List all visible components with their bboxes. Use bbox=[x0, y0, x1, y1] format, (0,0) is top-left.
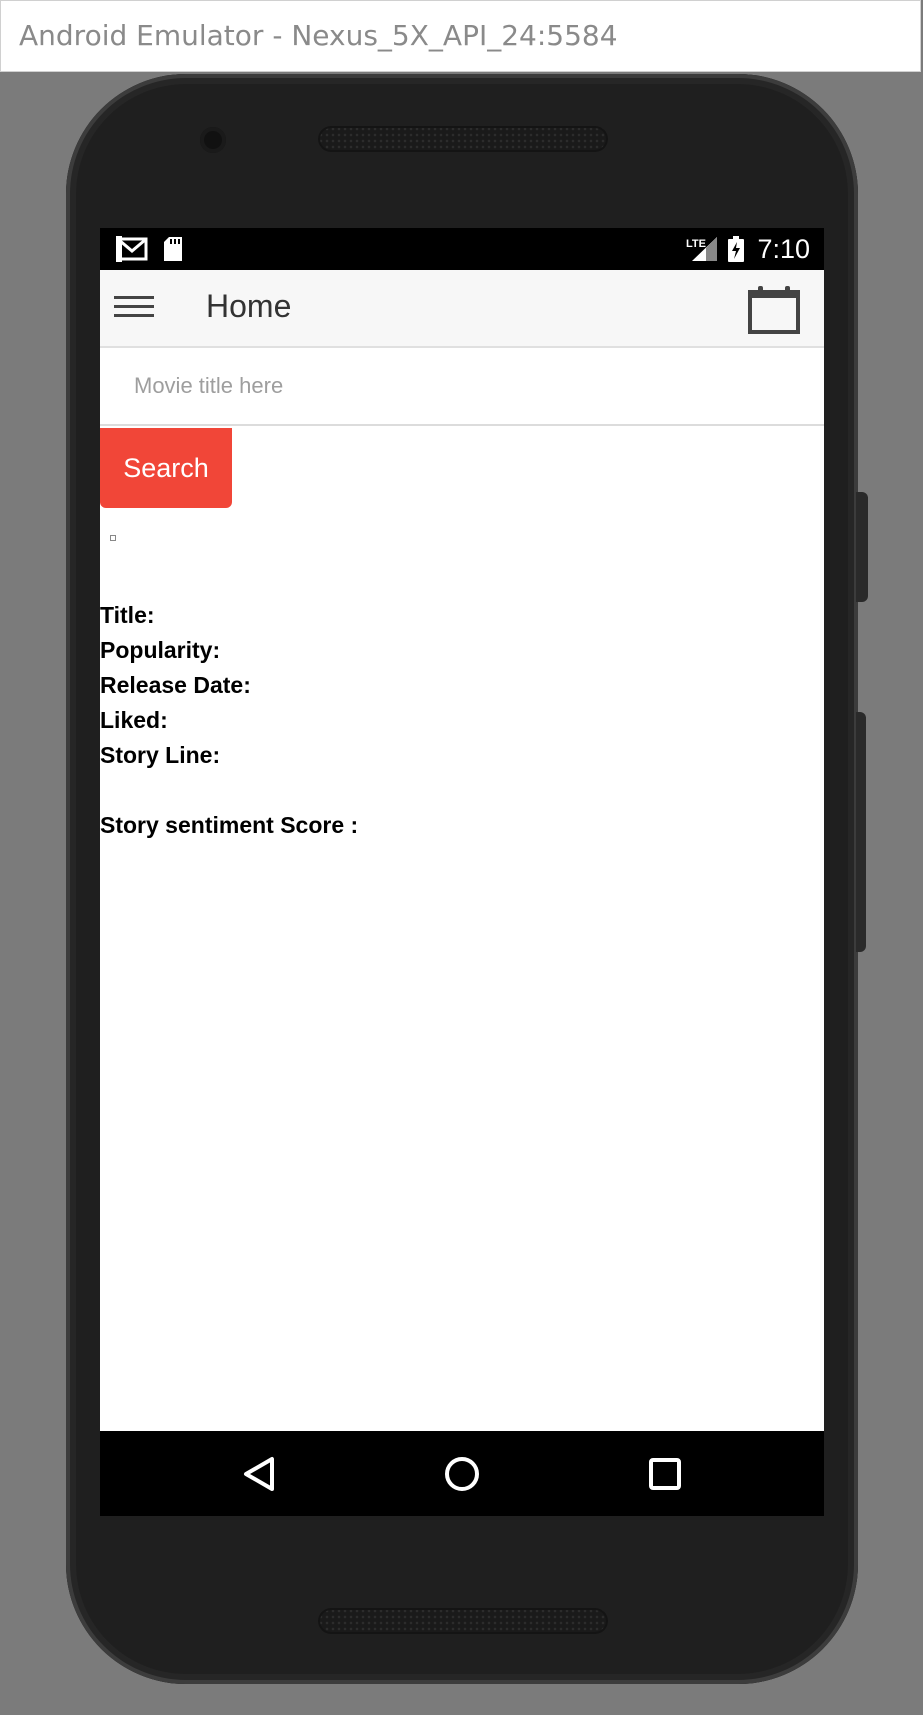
bottom-speaker bbox=[318, 1608, 608, 1634]
app-toolbar: Home bbox=[100, 270, 824, 348]
broken-image-icon bbox=[110, 535, 116, 541]
title-label: Title: bbox=[100, 602, 155, 628]
popularity-label: Popularity: bbox=[100, 637, 221, 663]
volume-button[interactable] bbox=[856, 712, 866, 952]
status-time: 7:10 bbox=[757, 234, 810, 264]
front-camera bbox=[200, 127, 226, 153]
svg-text:LTE: LTE bbox=[686, 238, 706, 250]
emulator-window-titlebar[interactable]: Android Emulator - Nexus_5X_API_24:5584 bbox=[0, 0, 921, 72]
lte-signal-icon: LTE bbox=[686, 236, 718, 267]
release-date-label: Release Date: bbox=[100, 672, 251, 698]
movie-info-section: Title: Popularity: Release Date: Liked: … bbox=[100, 598, 824, 843]
battery-charging-icon bbox=[728, 236, 744, 267]
story-line-label: Story Line: bbox=[100, 742, 221, 768]
power-button[interactable] bbox=[856, 492, 868, 602]
home-icon[interactable] bbox=[437, 1449, 487, 1499]
movie-title-input[interactable] bbox=[100, 348, 824, 426]
hamburger-menu-icon[interactable] bbox=[114, 290, 154, 326]
window-title: Android Emulator - Nexus_5X_API_24:5584 bbox=[19, 19, 618, 52]
page-title: Home bbox=[206, 288, 292, 324]
calendar-icon[interactable] bbox=[748, 286, 800, 334]
search-button[interactable]: Search bbox=[100, 428, 232, 508]
gmail-icon bbox=[116, 236, 148, 267]
back-icon[interactable] bbox=[234, 1449, 284, 1499]
status-bar: LTE 7:10 bbox=[100, 228, 824, 270]
navigation-bar bbox=[100, 1431, 824, 1516]
recents-icon[interactable] bbox=[640, 1449, 690, 1499]
earpiece-speaker bbox=[318, 126, 608, 152]
device-screen: LTE 7:10 Home Search Ti bbox=[100, 228, 824, 1516]
liked-label: Liked: bbox=[100, 707, 168, 733]
sentiment-score-label: Story sentiment Score : bbox=[100, 812, 359, 838]
sd-card-icon bbox=[162, 236, 184, 267]
